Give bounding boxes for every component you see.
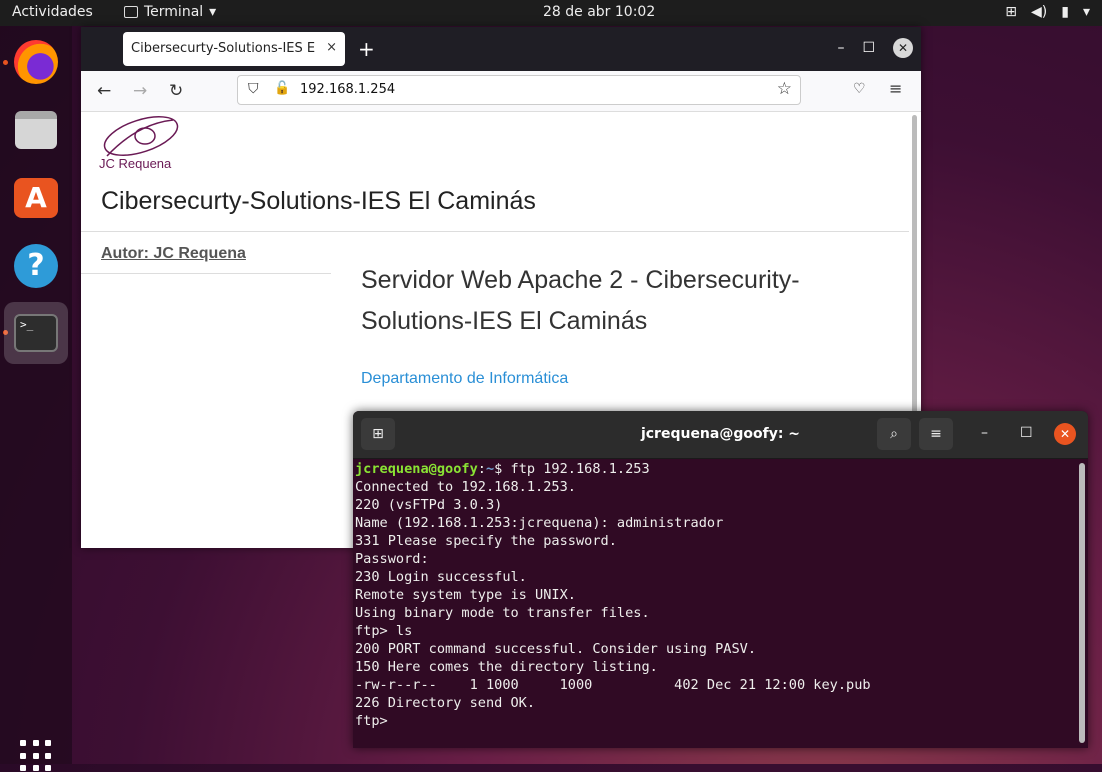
nav-bar: ← → ↻ ⛉ 🔓 192.168.1.254 ☆ ♡ ≡ xyxy=(81,71,921,112)
chevron-down-icon[interactable]: ▾ xyxy=(1083,4,1090,20)
terminal-header: ⊞ jcrequena@goofy: ~ ⌕ ≡ – ☐ ✕ xyxy=(353,411,1088,459)
tab-title: Cibersecurty-Solutions-IES E xyxy=(131,41,316,56)
app-menu-label: Terminal xyxy=(144,4,204,20)
terminal-line: -rw-r--r-- 1 1000 1000 402 Dec 21 12:00 … xyxy=(355,677,871,693)
author-link[interactable]: Autor: JC Requena xyxy=(101,245,246,263)
network-icon[interactable]: ⊞ xyxy=(1005,4,1017,20)
terminal-line: Remote system type is UNIX. xyxy=(355,587,576,603)
terminal-line: 200 PORT command successful. Consider us… xyxy=(355,641,757,657)
terminal-small-icon xyxy=(124,6,138,18)
window-controls: – ☐ ✕ xyxy=(837,38,913,58)
chevron-down-icon: ▾ xyxy=(209,4,217,20)
dock: A ? >_ xyxy=(0,26,72,772)
terminal-line: 220 (vsFTPd 3.0.3) xyxy=(355,497,503,513)
firefox-icon xyxy=(14,40,58,84)
tab-bar: Cibersecurty-Solutions-IES E × + – ☐ ✕ xyxy=(81,27,921,71)
logo-icon xyxy=(103,116,179,157)
url-bar[interactable]: ⛉ 🔓 192.168.1.254 ☆ xyxy=(237,75,801,105)
terminal-window: ⊞ jcrequena@goofy: ~ ⌕ ≡ – ☐ ✕ jcrequena… xyxy=(353,411,1088,748)
activities-button[interactable]: Actividades xyxy=(12,4,93,20)
software-icon: A xyxy=(14,178,58,218)
terminal-output[interactable]: jcrequena@goofy:~$ ftp 192.168.1.253 Con… xyxy=(355,460,1075,730)
logo-text: JC Requena xyxy=(99,156,172,171)
app-menu[interactable]: Terminal ▾ xyxy=(124,4,216,20)
terminal-line: Using binary mode to transfer files. xyxy=(355,605,650,621)
back-icon[interactable]: ← xyxy=(97,81,111,101)
dock-firefox[interactable] xyxy=(10,36,62,88)
page-heading: Servidor Web Apache 2 - Cibersecurity-So… xyxy=(361,266,800,335)
divider xyxy=(81,231,909,232)
terminal-line: 226 Directory send OK. xyxy=(355,695,536,711)
hamburger-menu-icon[interactable]: ≡ xyxy=(889,79,902,98)
terminal-line: ftp> ls xyxy=(355,623,413,639)
url-text[interactable]: 192.168.1.254 xyxy=(300,82,395,97)
shield-icon[interactable]: ⛉ xyxy=(248,81,259,97)
terminal-line: 331 Please specify the password. xyxy=(355,533,617,549)
close-icon[interactable]: ✕ xyxy=(1054,423,1076,445)
dock-files[interactable] xyxy=(10,104,62,156)
pocket-icon[interactable]: ♡ xyxy=(853,81,866,97)
forward-icon[interactable]: → xyxy=(133,81,147,101)
terminal-line: 230 Login successful. xyxy=(355,569,527,585)
volume-icon[interactable]: ◀) xyxy=(1031,4,1047,20)
search-icon[interactable]: ⌕ xyxy=(877,418,911,450)
dock-help[interactable]: ? xyxy=(10,240,62,292)
new-tab-button[interactable]: + xyxy=(358,37,375,61)
browser-tab[interactable]: Cibersecurty-Solutions-IES E × xyxy=(123,32,345,66)
bookmark-star-icon[interactable]: ☆ xyxy=(777,79,792,99)
battery-icon[interactable]: ▮ xyxy=(1061,4,1069,20)
minimize-icon[interactable]: – xyxy=(837,40,844,56)
dock-software[interactable]: A xyxy=(10,172,62,224)
terminal-scrollbar[interactable] xyxy=(1079,463,1085,743)
maximize-icon[interactable]: ☐ xyxy=(862,40,875,56)
maximize-icon[interactable]: ☐ xyxy=(1020,425,1033,441)
terminal-line: Connected to 192.168.1.253. xyxy=(355,479,576,495)
hamburger-menu-icon[interactable]: ≡ xyxy=(919,418,953,450)
running-indicator xyxy=(3,60,8,65)
close-tab-icon[interactable]: × xyxy=(326,40,337,55)
show-applications-icon[interactable] xyxy=(20,740,52,772)
files-icon xyxy=(15,111,57,149)
close-icon[interactable]: ✕ xyxy=(893,38,913,58)
clock[interactable]: 28 de abr 10:02 xyxy=(543,4,655,20)
terminal-title: jcrequena@goofy: ~ xyxy=(640,426,801,442)
prompt-user: jcrequena@goofy xyxy=(355,461,478,477)
top-bar: Actividades Terminal ▾ 28 de abr 10:02 ⊞… xyxy=(0,0,1102,26)
prompt-command: $ ftp 192.168.1.253 xyxy=(494,461,650,477)
system-tray[interactable]: ⊞ ◀) ▮ ▾ xyxy=(1005,4,1090,20)
dock-terminal[interactable]: >_ xyxy=(4,302,68,364)
terminal-line: 150 Here comes the directory listing. xyxy=(355,659,658,675)
terminal-line: Password: xyxy=(355,551,429,567)
prompt-separator: : xyxy=(477,461,486,477)
terminal-icon: >_ xyxy=(14,314,58,352)
prompt-path: ~ xyxy=(485,461,495,477)
terminal-prompt: ftp> xyxy=(355,713,396,729)
department-link[interactable]: Departamento de Informática xyxy=(361,370,568,388)
insecure-lock-icon[interactable]: 🔓 xyxy=(274,81,290,96)
divider xyxy=(81,273,331,274)
terminal-line: Name (192.168.1.253:jcrequena): administ… xyxy=(355,515,724,531)
help-icon: ? xyxy=(14,244,58,288)
minimize-icon[interactable]: – xyxy=(981,425,988,441)
reload-icon[interactable]: ↻ xyxy=(169,81,183,101)
site-title: Cibersecurty-Solutions-IES El Caminás xyxy=(101,187,536,215)
